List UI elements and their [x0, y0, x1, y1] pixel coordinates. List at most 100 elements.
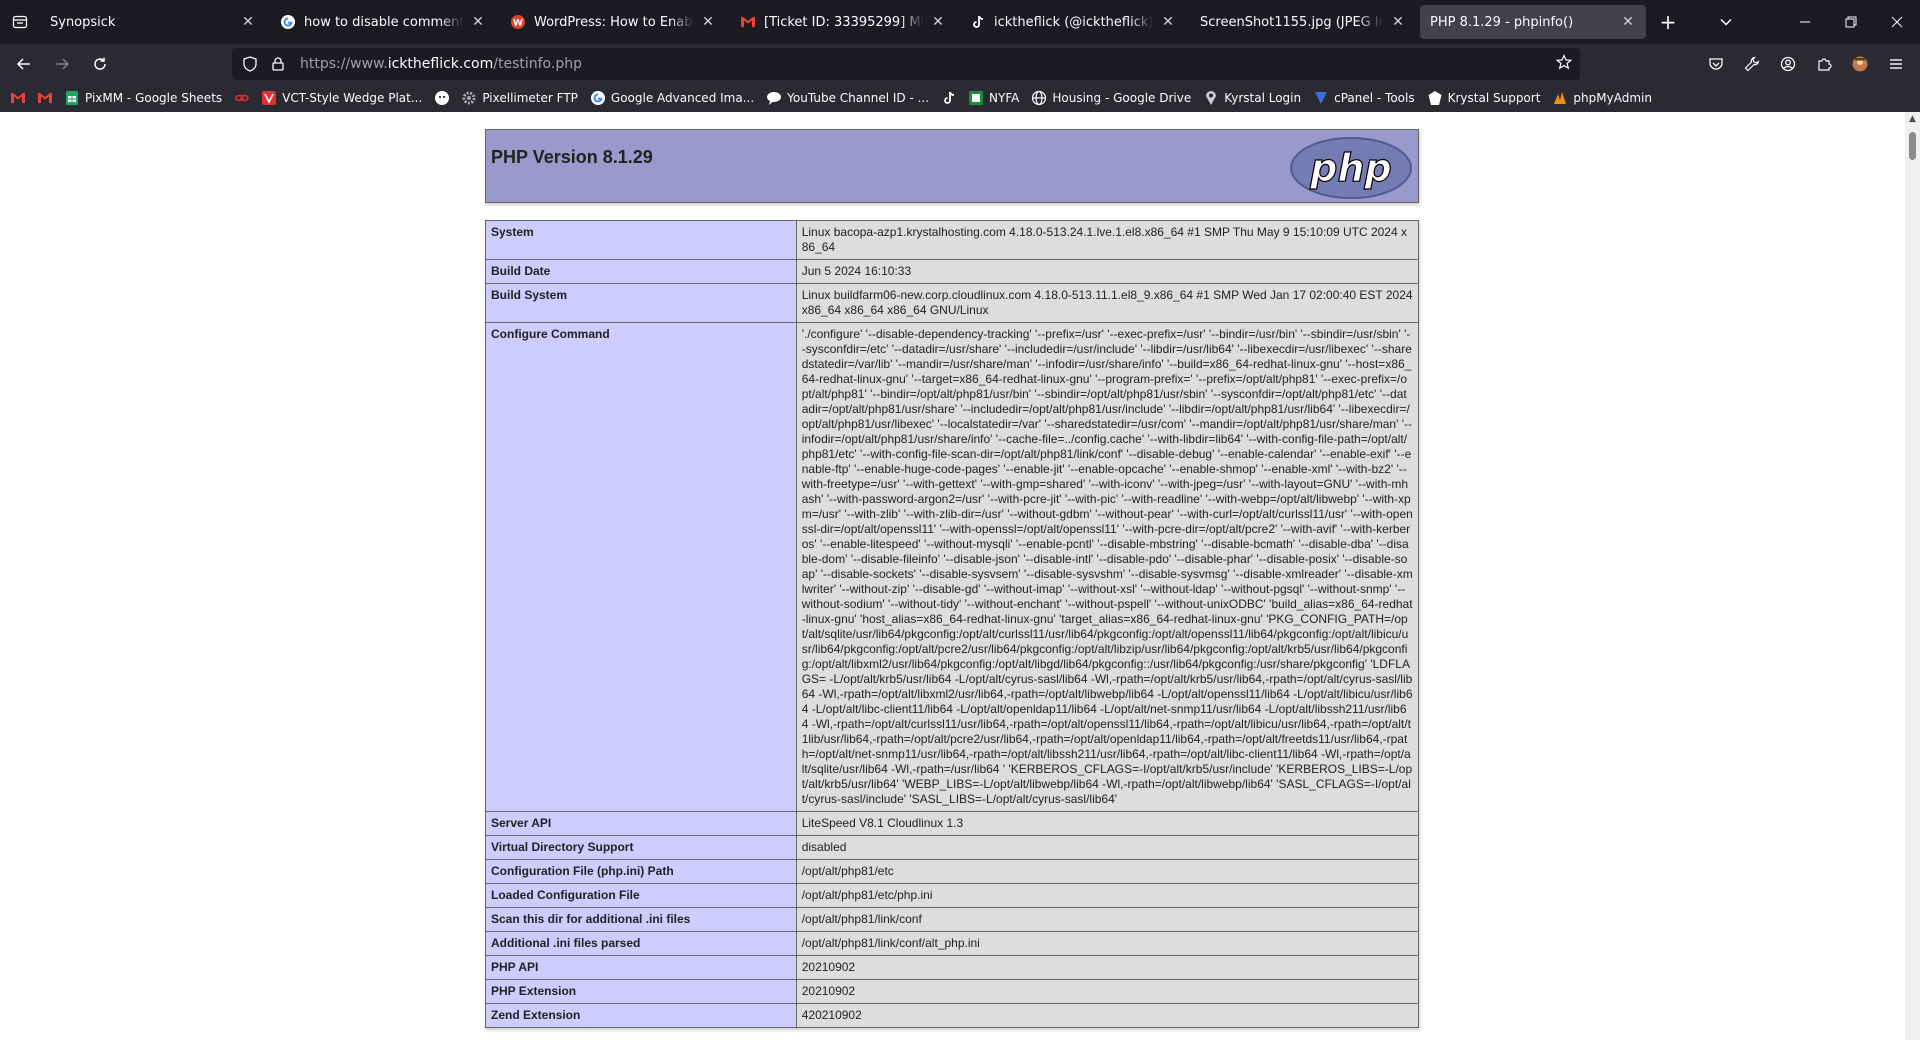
- row-key: Server API: [485, 811, 797, 836]
- forward-button[interactable]: [44, 48, 80, 80]
- restore-window-button[interactable]: [1828, 0, 1874, 44]
- bookmark-item[interactable]: Housing - Google Drive: [1031, 90, 1191, 106]
- extension-avatar-icon[interactable]: [1844, 48, 1876, 80]
- close-tab-icon[interactable]: ✕: [1160, 14, 1176, 30]
- padlock-icon[interactable]: [266, 57, 290, 71]
- bookmark-item[interactable]: Krystal Support: [1427, 90, 1540, 106]
- pin-icon: [1203, 90, 1219, 106]
- scrollbar-thumb[interactable]: [1909, 132, 1916, 160]
- bookmark-label: Housing - Google Drive: [1052, 91, 1192, 105]
- row-value: /opt/alt/php81/link/conf/alt_php.ini: [795, 931, 1420, 956]
- gmail-icon: [10, 90, 26, 106]
- developer-tools-wrench-icon[interactable]: [1736, 48, 1768, 80]
- php-logo-icon[interactable]: php: [1289, 136, 1413, 200]
- close-window-button[interactable]: [1874, 0, 1920, 44]
- bookmark-item[interactable]: Kyrstal Login: [1203, 90, 1301, 106]
- table-row: Server API LiteSpeed V8.1 Cloudlinux 1.3: [485, 811, 1420, 836]
- url-text[interactable]: https://www.icktheflick.com/testinfo.php: [300, 56, 582, 72]
- tab-1[interactable]: Synopsick ✕: [40, 5, 266, 39]
- pocket-icon[interactable]: [1700, 48, 1732, 80]
- back-button[interactable]: [6, 48, 42, 80]
- bookmark-item[interactable]: [941, 90, 962, 106]
- minimize-window-button[interactable]: [1782, 0, 1828, 44]
- wordpress-icon: W: [510, 14, 526, 30]
- tab-2[interactable]: how to disable comments in wordpress ✕: [270, 5, 496, 39]
- list-all-tabs-icon[interactable]: [1708, 6, 1744, 38]
- table-row: PHP Extension 20210902: [485, 979, 1420, 1004]
- firefox-view-icon[interactable]: [0, 0, 40, 44]
- php-header: PHP Version 8.1.29 php: [485, 129, 1419, 203]
- bookmark-item[interactable]: [10, 90, 31, 106]
- bookmark-item[interactable]: cPanel - Tools: [1313, 90, 1415, 106]
- tab-title: Synopsick: [50, 14, 116, 30]
- svg-text:W: W: [513, 19, 523, 29]
- tab-3[interactable]: W WordPress: How to Enable or Disable ✕: [500, 5, 726, 39]
- row-value: Jun 5 2024 16:10:33: [795, 259, 1420, 284]
- row-value: 20210902: [795, 979, 1420, 1004]
- table-row: Additional .ini files parsed/opt/alt/php…: [485, 931, 1420, 956]
- php-logo-text: php: [1309, 146, 1391, 190]
- link-icon: [234, 90, 250, 106]
- bookmark-label: cPanel - Tools: [1334, 91, 1415, 105]
- close-tab-icon[interactable]: ✕: [1390, 14, 1406, 30]
- row-key: Configure Command: [485, 322, 797, 812]
- cpanel-icon: [1313, 90, 1329, 106]
- tab-title: PHP 8.1.29 - phpinfo(): [1430, 14, 1574, 30]
- tab-5[interactable]: icktheflick (@icktheflick) | TikTok ✕: [960, 5, 1186, 39]
- globe-icon: [1031, 90, 1047, 106]
- new-tab-button[interactable]: +: [1650, 5, 1686, 39]
- bookmark-label: Pixellimeter FTP: [482, 91, 578, 105]
- krystal-icon: [1427, 90, 1443, 106]
- row-key: Loaded Configuration File: [485, 883, 797, 908]
- bookmark-item[interactable]: [234, 90, 255, 106]
- row-key: Additional .ini files parsed: [485, 931, 797, 956]
- bookmark-star-icon[interactable]: [1555, 54, 1573, 74]
- bookmark-label: Kyrstal Login: [1224, 91, 1302, 105]
- row-key: Virtual Directory Support: [485, 835, 797, 860]
- tab-4[interactable]: [Ticket ID: 33395299] Migration ✕: [730, 5, 956, 39]
- tiktok-icon: [941, 90, 957, 106]
- nyfa-icon: [968, 90, 984, 106]
- table-row: PHP API 20210902: [485, 955, 1420, 980]
- reload-button[interactable]: [82, 48, 118, 80]
- address-bar[interactable]: https://www.icktheflick.com/testinfo.php: [232, 48, 1580, 80]
- bookmark-label: NYFA: [989, 91, 1020, 105]
- bookmark-item[interactable]: [37, 90, 58, 106]
- close-tab-icon[interactable]: ✕: [700, 14, 716, 30]
- row-key: Configuration File (php.ini) Path: [485, 859, 797, 884]
- bookmark-item[interactable]: VCT-Style Wedge Plat...: [261, 90, 422, 106]
- close-tab-icon[interactable]: ✕: [1620, 14, 1636, 30]
- row-key: Build System: [485, 283, 797, 323]
- bookmark-item[interactable]: Google Advanced Ima...: [590, 90, 754, 106]
- row-value: LiteSpeed V8.1 Cloudlinux 1.3: [795, 811, 1420, 836]
- table-row: Zend Extension 420210902: [485, 1003, 1420, 1028]
- close-tab-icon[interactable]: ✕: [240, 14, 256, 30]
- extensions-puzzle-icon[interactable]: [1808, 48, 1840, 80]
- bookmark-item[interactable]: PixMM - Google Sheets: [64, 90, 222, 106]
- tab-title: WordPress: How to Enable or Disable: [534, 14, 694, 30]
- tracking-protection-shield-icon[interactable]: [238, 56, 262, 72]
- bookmark-item[interactable]: [434, 90, 455, 106]
- tab-6[interactable]: ScreenShot1155.jpg (JPEG Image, 25 ✕: [1190, 5, 1416, 39]
- scroll-up-arrow-icon[interactable]: ▲: [1905, 114, 1920, 126]
- navigation-toolbar: https://www.icktheflick.com/testinfo.php: [0, 44, 1920, 84]
- bookmarks-toolbar: PixMM - Google Sheets VCT-Style Wedge Pla…: [0, 84, 1920, 112]
- bookmark-item[interactable]: Pixellimeter FTP: [461, 90, 578, 106]
- page-scrollbar[interactable]: ▲: [1905, 112, 1920, 1040]
- row-key: Scan this dir for additional .ini files: [485, 907, 797, 932]
- bookmark-item[interactable]: YouTube Channel ID - ...: [766, 90, 929, 106]
- row-value: Linux bacopa-azp1.krystalhosting.com 4.1…: [795, 220, 1420, 260]
- row-key: Zend Extension: [485, 1003, 797, 1028]
- menu-hamburger-icon[interactable]: [1880, 48, 1912, 80]
- table-row: Configuration File (php.ini) Path/opt/al…: [485, 859, 1420, 884]
- gmail-icon: [740, 14, 756, 30]
- close-tab-icon[interactable]: ✕: [470, 14, 486, 30]
- account-icon[interactable]: [1772, 48, 1804, 80]
- bookmark-label: VCT-Style Wedge Plat...: [282, 91, 423, 105]
- close-tab-icon[interactable]: ✕: [930, 14, 946, 30]
- bookmark-item[interactable]: phpMyAdmin: [1552, 90, 1652, 106]
- tab-7[interactable]: PHP 8.1.29 - phpinfo() ✕: [1420, 5, 1646, 39]
- php-info-table: System Linux bacopa-azp1.krystalhosting.c…: [485, 220, 1420, 1028]
- bookmark-item[interactable]: NYFA: [968, 90, 1019, 106]
- table-row: System Linux bacopa-azp1.krystalhosting.c…: [485, 220, 1420, 260]
